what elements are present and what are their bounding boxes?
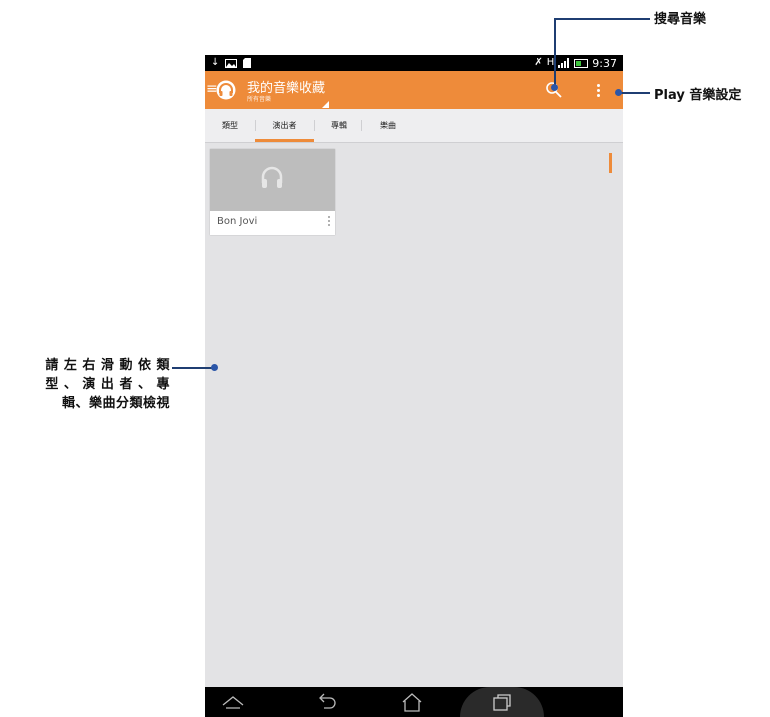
callout-dot — [211, 364, 218, 371]
active-tab-indicator — [255, 139, 314, 142]
dropdown-indicator-icon[interactable] — [322, 101, 329, 108]
headphone-logo-icon[interactable] — [216, 80, 236, 100]
callout-line — [620, 92, 650, 94]
card-overflow-icon[interactable] — [326, 216, 332, 230]
callout-search: 搜尋音樂 — [654, 12, 707, 27]
status-bar: ↓ ✗ H 9:37 — [205, 55, 623, 71]
sd-card-icon — [243, 58, 252, 68]
callout-line — [172, 367, 214, 369]
artist-name: Bon Jovi — [217, 216, 258, 227]
callout-settings: Play 音樂設定 — [654, 88, 742, 103]
callout-dot — [615, 89, 622, 96]
scrollbar[interactable] — [609, 153, 612, 173]
battery-icon — [574, 58, 589, 68]
home-icon[interactable] — [400, 692, 424, 712]
callout-swipe: 請 左 右 滑 動 依 類 型 、 演 出 者 、 專 輯、樂曲分類檢視 — [45, 358, 170, 411]
tab-album[interactable]: 專輯 — [319, 109, 359, 142]
artist-card[interactable]: Bon Jovi — [210, 149, 335, 235]
headphones-icon — [261, 166, 283, 188]
tab-genre[interactable]: 類型 — [213, 109, 247, 142]
artist-art — [210, 149, 335, 211]
app-bar: ≡ 我的音樂收藏 所有音樂 — [205, 71, 623, 109]
callout-line — [554, 18, 650, 20]
image-icon — [225, 58, 238, 68]
back-icon[interactable] — [221, 692, 245, 712]
tab-bar: 類型 演出者 專輯 樂曲 — [205, 109, 623, 143]
phone-screen: ↓ ✗ H 9:37 ≡ 我的音樂收藏 所有音樂 類型 演出者 專輯 樂曲 Bo… — [205, 55, 623, 717]
tab-artist[interactable]: 演出者 — [255, 109, 314, 142]
status-time: 9:37 — [592, 56, 617, 70]
tab-songs[interactable]: 樂曲 — [368, 109, 408, 142]
callout-line — [554, 18, 556, 86]
navigation-bar — [205, 687, 623, 717]
callout-dot — [551, 84, 558, 91]
mute-icon: ✗ — [534, 57, 543, 68]
signal-bars-icon — [558, 58, 570, 68]
download-icon: ↓ — [211, 57, 220, 68]
back-arrow-icon[interactable] — [315, 692, 339, 712]
app-subtitle: 所有音樂 — [247, 96, 272, 103]
recent-apps-icon[interactable] — [490, 692, 514, 712]
overflow-menu-icon[interactable] — [591, 80, 605, 100]
